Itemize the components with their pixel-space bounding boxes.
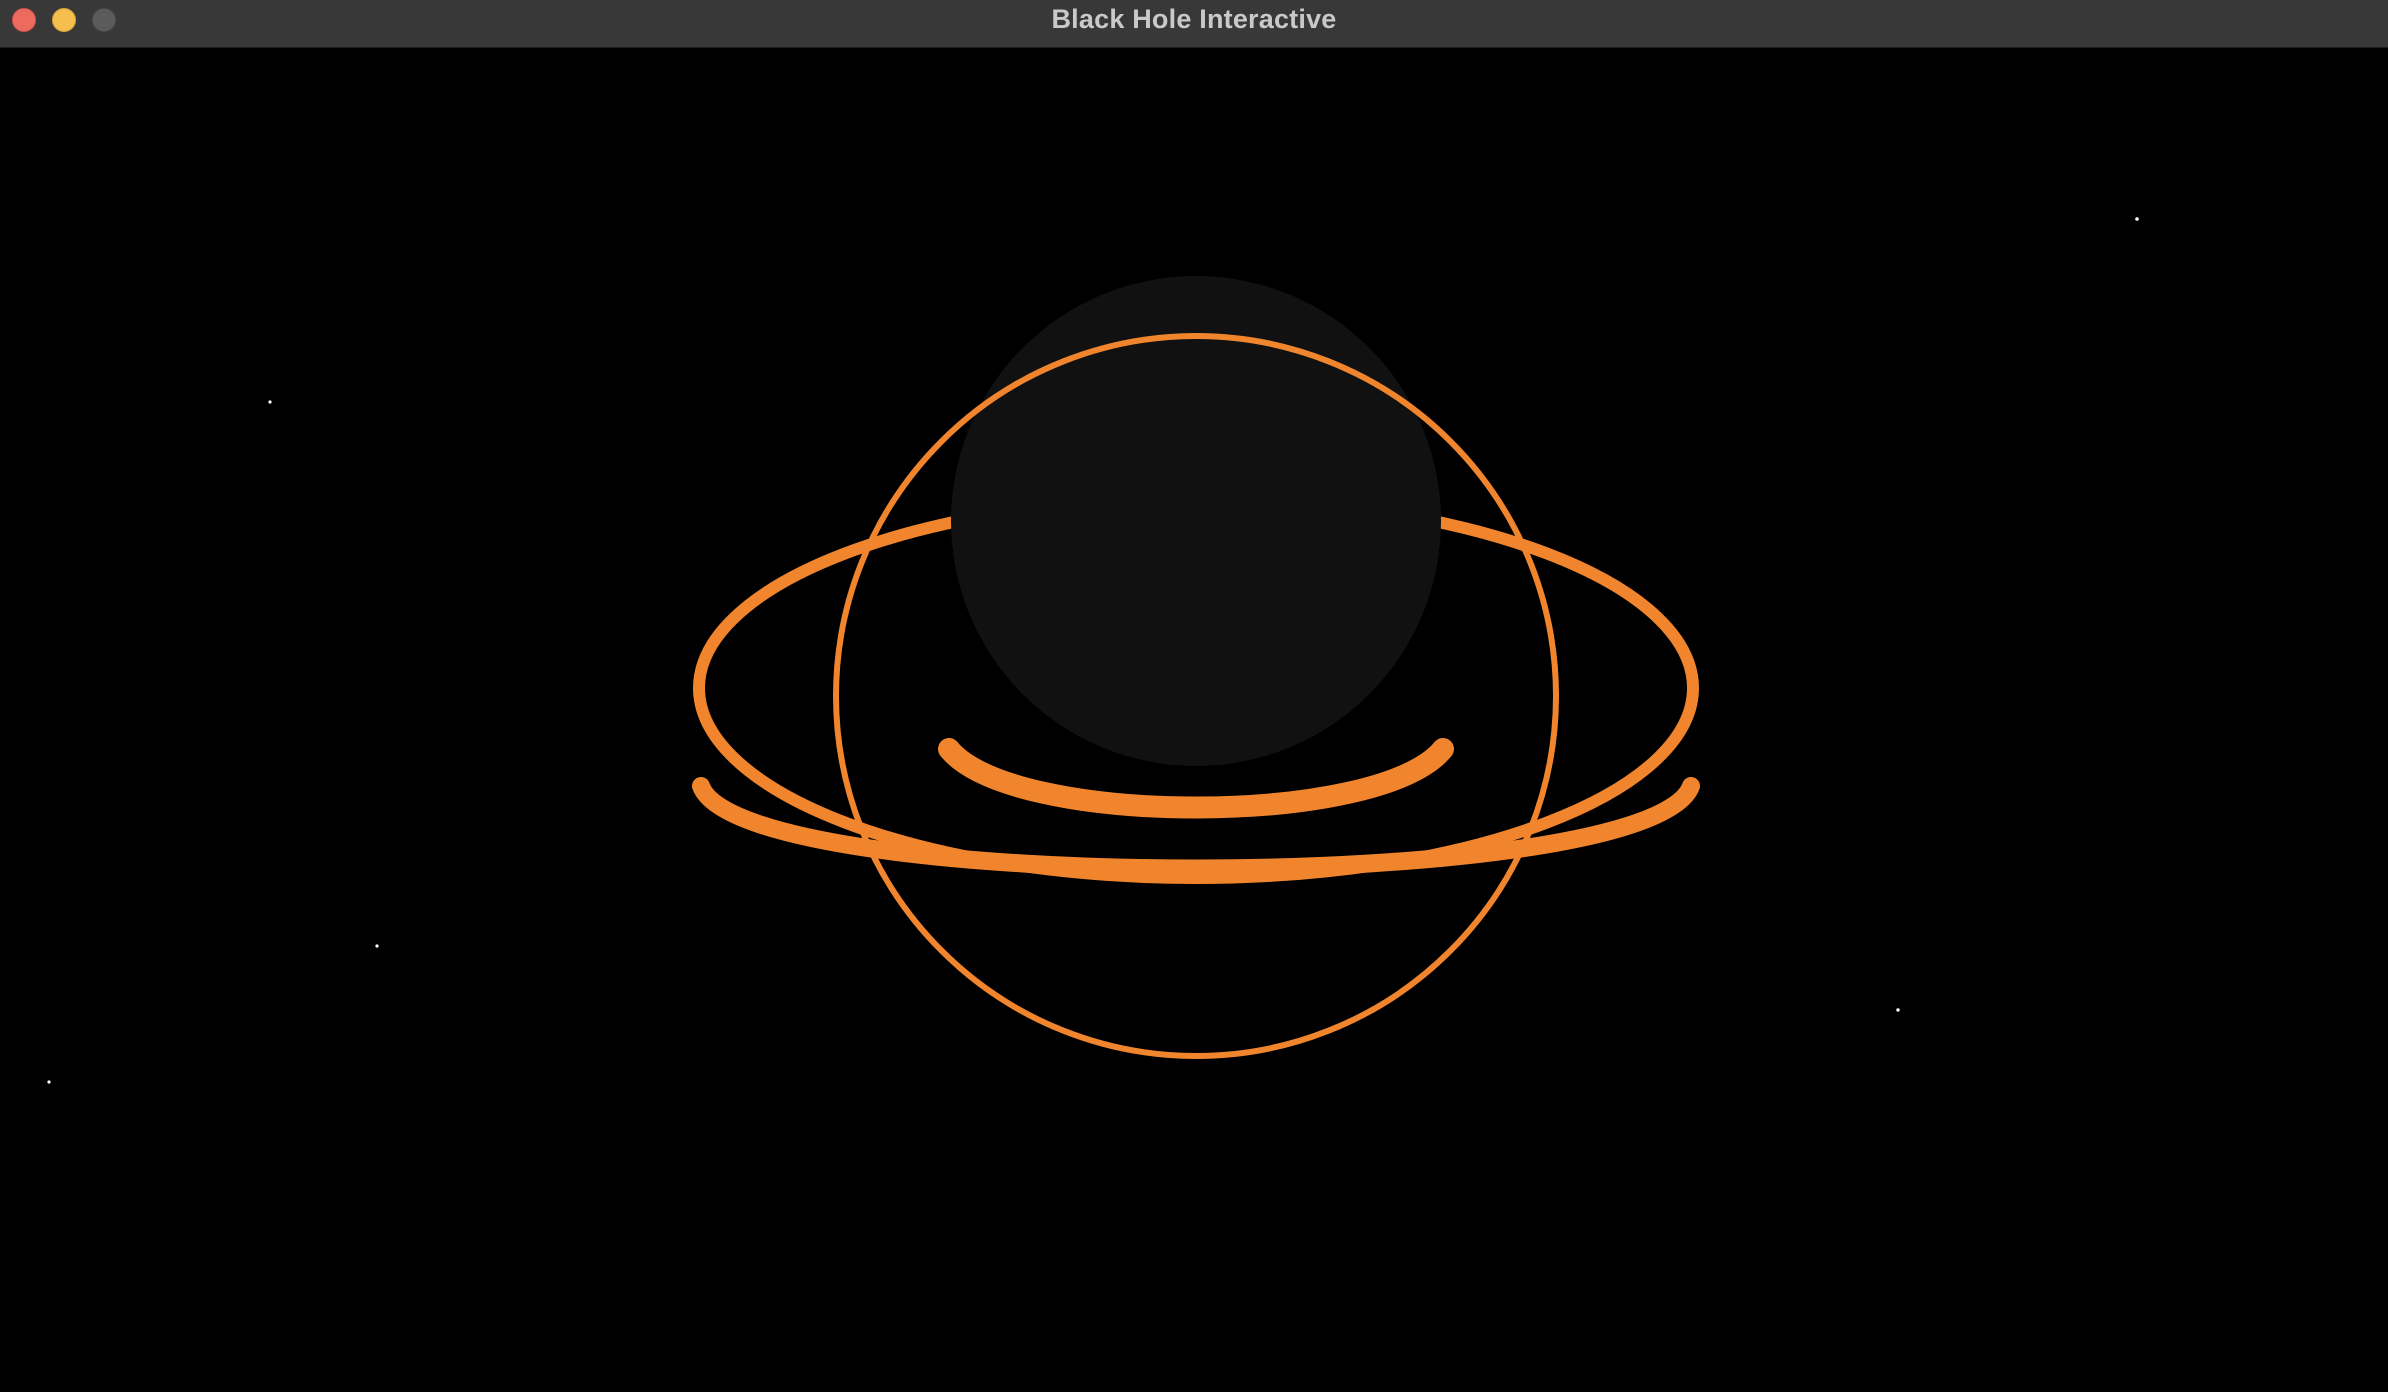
title-bar[interactable]: Black Hole Interactive [0, 0, 2388, 48]
event-horizon [951, 276, 1441, 766]
star [2135, 217, 2139, 221]
app-window: Black Hole Interactive [0, 0, 2388, 1392]
star [1896, 1008, 1900, 1012]
star [268, 400, 272, 404]
black-hole-scene[interactable] [0, 48, 2388, 1392]
star [375, 944, 379, 948]
star [47, 1080, 51, 1084]
black-hole-canvas[interactable] [0, 48, 2388, 1392]
window-title: Black Hole Interactive [1051, 4, 1337, 34]
